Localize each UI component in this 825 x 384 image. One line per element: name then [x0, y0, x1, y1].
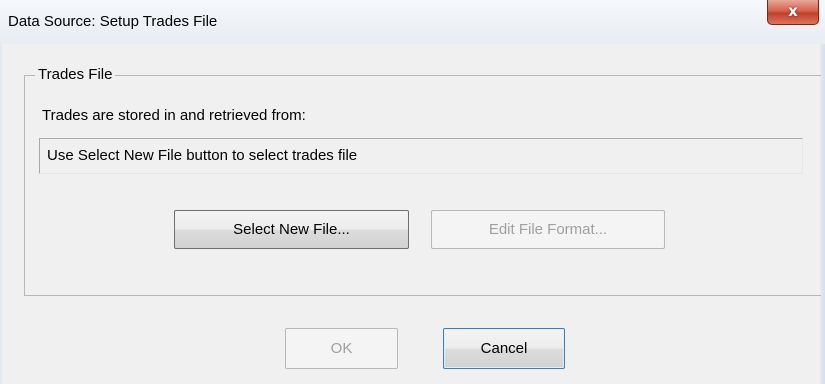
select-new-file-button[interactable]: Select New File...	[174, 210, 409, 249]
cancel-button[interactable]: Cancel	[443, 328, 565, 369]
window-title: Data Source: Setup Trades File	[8, 13, 218, 30]
storage-description-label: Trades are stored in and retrieved from:	[42, 107, 306, 124]
groupbox-legend: Trades File	[35, 65, 116, 85]
trades-file-path-field: Use Select New File button to select tra…	[39, 138, 803, 174]
title-bar[interactable]: Data Source: Setup Trades File x	[0, 0, 825, 44]
dialog-window: Data Source: Setup Trades File x Trades …	[0, 0, 825, 384]
close-icon: x	[788, 2, 798, 20]
ok-button[interactable]: OK	[285, 328, 398, 369]
edit-file-format-button[interactable]: Edit File Format...	[431, 210, 665, 249]
close-button[interactable]: x	[767, 0, 819, 25]
window-frame-left	[0, 44, 3, 384]
